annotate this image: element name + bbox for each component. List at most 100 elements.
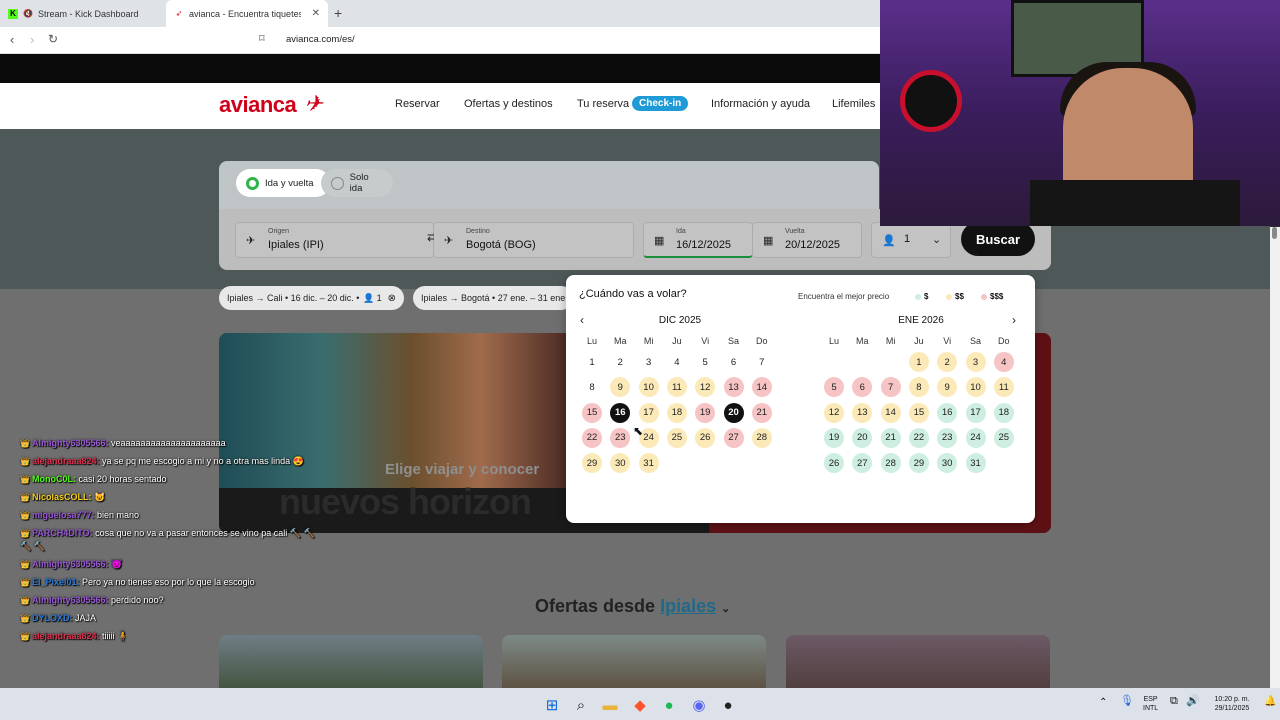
calendar-day[interactable]: 28 <box>751 427 772 448</box>
brave-browser-icon[interactable]: ◆ <box>630 695 650 715</box>
calendar-day[interactable]: 15 <box>908 402 929 423</box>
chat-username[interactable]: MonoC0L: <box>32 474 76 484</box>
calendar-day[interactable]: 17 <box>638 402 659 423</box>
calendar-day[interactable]: 22 <box>582 427 602 448</box>
notification-icon[interactable]: 🔔 <box>1264 697 1276 707</box>
calendar-day[interactable]: 9 <box>610 377 631 398</box>
calendar-day[interactable]: 2 <box>610 352 630 372</box>
tab-avianca[interactable]: ➶ avianca - Encuentra tiquetes y v ✕ <box>166 0 328 27</box>
calendar-day[interactable]: 29 <box>582 453 602 474</box>
calendar-day[interactable]: 25 <box>993 427 1014 448</box>
calendar-day[interactable]: 21 <box>880 427 901 448</box>
recent-search-chip[interactable]: Ipiales → Cali • 16 dic. – 20 dic. • 👤 1… <box>219 286 404 310</box>
calendar-day[interactable]: 8 <box>908 377 929 398</box>
radio-ida-vuelta[interactable]: Ida y vuelta <box>236 169 330 197</box>
chat-username[interactable]: alejandraaa824: <box>32 456 100 466</box>
chat-username[interactable]: Almighty6305566: <box>32 438 109 448</box>
calendar-day[interactable]: 26 <box>695 427 716 448</box>
calendar-day[interactable]: 31 <box>638 453 659 474</box>
calendar-day[interactable]: 31 <box>965 453 986 474</box>
url-text[interactable]: avianca.com/es/ <box>286 34 355 45</box>
calendar-day[interactable]: 12 <box>824 402 844 423</box>
calendar-day[interactable]: 23 <box>610 427 631 448</box>
language-indicator[interactable]: ESP INTL <box>1143 695 1158 713</box>
nav-tu-reserva[interactable]: Tu reserva <box>577 98 629 110</box>
calendar-day[interactable]: 8 <box>582 377 602 397</box>
calendar-day[interactable]: 22 <box>908 427 929 448</box>
calendar-day[interactable]: 12 <box>695 377 716 398</box>
chat-username[interactable]: miguelosa777: <box>32 510 95 520</box>
network-icon[interactable]: ⧉ <box>1170 696 1178 707</box>
departure-date-field[interactable]: ▦ Ida 16/12/2025 <box>643 222 753 258</box>
calendar-day[interactable]: 17 <box>965 402 986 423</box>
offer-card-image[interactable] <box>786 635 1050 688</box>
calendar-day[interactable]: 11 <box>993 377 1014 398</box>
calendar-day[interactable]: 29 <box>908 453 929 474</box>
forward-icon[interactable]: › <box>30 32 34 47</box>
calendar-day[interactable]: 16 <box>610 402 631 423</box>
nav-reservar[interactable]: Reservar <box>395 98 440 110</box>
calendar-day[interactable]: 11 <box>666 377 687 398</box>
clock[interactable]: 10:20 p. m. 29/11/2025 <box>1205 695 1259 713</box>
calendar-day[interactable]: 16 <box>937 402 958 423</box>
chat-username[interactable]: NicolasCOLL: <box>32 492 92 502</box>
calendar-day[interactable]: 5 <box>824 377 844 398</box>
calendar-day[interactable]: 26 <box>824 453 844 474</box>
calendar-day[interactable]: 6 <box>852 377 873 398</box>
reload-icon[interactable]: ↻ <box>48 32 58 46</box>
search-icon[interactable]: ⌕ <box>571 695 591 715</box>
calendar-day[interactable]: 4 <box>993 352 1014 372</box>
calendar-day[interactable]: 7 <box>752 352 772 372</box>
search-button[interactable]: Buscar <box>961 222 1035 256</box>
calendar-day[interactable]: 4 <box>667 352 687 372</box>
calendar-day[interactable]: 25 <box>666 427 687 448</box>
calendar-day[interactable]: 13 <box>723 377 744 398</box>
avianca-logo[interactable]: avianca <box>219 92 297 118</box>
calendar-day[interactable]: 23 <box>937 427 958 448</box>
offer-card-image[interactable] <box>502 635 766 688</box>
file-explorer-icon[interactable]: ▬ <box>600 695 620 715</box>
nav-ofertas[interactable]: Ofertas y destinos <box>464 98 553 110</box>
return-date-field[interactable]: ▦ Vuelta 20/12/2025 <box>752 222 862 258</box>
nav-lifemiles[interactable]: Lifemiles <box>832 98 875 110</box>
scrollbar-thumb[interactable] <box>1272 227 1277 239</box>
discord-icon[interactable]: ◉ <box>689 695 709 715</box>
tab-kick-dashboard[interactable]: K 🔇 Stream - Kick Dashboard <box>0 0 165 27</box>
calendar-day[interactable]: 1 <box>582 352 602 372</box>
calendar-day[interactable]: 2 <box>937 352 958 372</box>
tray-chevron-icon[interactable]: ⌃ <box>1099 698 1107 708</box>
chat-username[interactable]: DYLOXD: <box>32 613 73 623</box>
chat-username[interactable]: alejandraaa824: <box>32 631 100 641</box>
chat-username[interactable]: PARCH4DITO: <box>32 528 93 538</box>
close-tab-icon[interactable]: ✕ <box>312 8 320 19</box>
calendar-day[interactable]: 5 <box>695 352 715 372</box>
scrollbar[interactable] <box>1270 227 1280 688</box>
calendar-day[interactable]: 27 <box>723 427 744 448</box>
microphone-icon[interactable]: 🎙 <box>1120 696 1134 707</box>
app-icon[interactable]: ● <box>718 695 738 715</box>
offers-city-selector[interactable]: Ipiales <box>660 596 716 616</box>
calendar-day[interactable]: 21 <box>751 402 772 423</box>
back-icon[interactable]: ‹ <box>10 32 14 47</box>
calendar-day[interactable]: 13 <box>852 402 873 423</box>
nav-informacion[interactable]: Información y ayuda <box>711 98 810 110</box>
calendar-day[interactable]: 3 <box>639 352 659 372</box>
calendar-day[interactable]: 15 <box>582 402 602 423</box>
calendar-day[interactable]: 19 <box>695 402 716 423</box>
passengers-field[interactable]: 👤 1 ⌄ <box>871 222 951 258</box>
calendar-day[interactable]: 24 <box>965 427 986 448</box>
spotify-icon[interactable]: ● <box>659 695 679 715</box>
chat-username[interactable]: Almighty6305566: <box>32 595 109 605</box>
destination-field[interactable]: ✈ Destino Bogotá (BOG) <box>434 222 634 258</box>
calendar-day[interactable]: 18 <box>993 402 1014 423</box>
calendar-day[interactable]: 30 <box>937 453 958 474</box>
chat-username[interactable]: El_Pixel01: <box>32 577 80 587</box>
radio-solo-ida[interactable]: Solo ida <box>321 169 393 197</box>
recent-search-chip[interactable]: Ipiales → Bogotá • 27 ene. – 31 ene <box>413 286 573 310</box>
calendar-day[interactable]: 18 <box>666 402 687 423</box>
checkin-badge[interactable]: Check-in <box>632 96 689 111</box>
calendar-day[interactable]: 6 <box>724 352 744 372</box>
new-tab-icon[interactable]: + <box>334 5 342 21</box>
calendar-day[interactable]: 10 <box>638 377 659 398</box>
calendar-day[interactable]: 7 <box>880 377 901 398</box>
